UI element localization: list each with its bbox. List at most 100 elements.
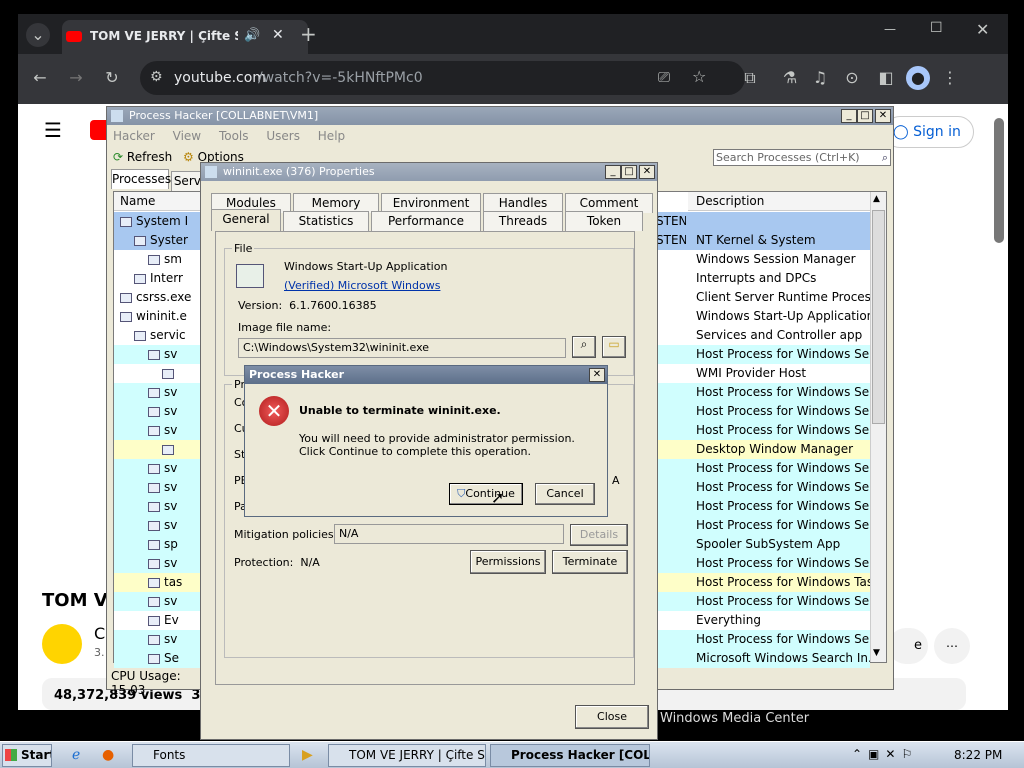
- menu-view[interactable]: View: [173, 129, 201, 143]
- table-row[interactable]: tas: [114, 573, 206, 592]
- taskbar-chrome[interactable]: TOM VE JERRY | Çifte So...: [328, 744, 486, 767]
- media-player-icon[interactable]: ▶: [302, 747, 313, 763]
- tab-comment[interactable]: Comment: [565, 193, 653, 213]
- description-cell[interactable]: Services and Controller app: [656, 326, 870, 345]
- labs-icon[interactable]: ⚗: [778, 66, 802, 90]
- install-icon[interactable]: ⎚: [658, 68, 670, 86]
- side-panel-icon[interactable]: ◧: [874, 66, 898, 90]
- tab-memory[interactable]: Memory: [293, 193, 379, 213]
- table-row[interactable]: servic: [114, 326, 206, 345]
- forward-icon[interactable]: →: [64, 66, 88, 90]
- maximize-icon[interactable]: □: [857, 109, 873, 123]
- open-folder-button[interactable]: ▭: [602, 336, 626, 358]
- back-icon[interactable]: ←: [28, 66, 52, 90]
- channel-avatar[interactable]: [42, 624, 82, 664]
- scroll-thumb[interactable]: [872, 210, 885, 424]
- tab-threads[interactable]: Threads: [483, 211, 563, 231]
- cancel-button[interactable]: Cancel: [535, 483, 595, 505]
- dialog-close-icon[interactable]: ✕: [589, 368, 605, 382]
- tab-token[interactable]: Token: [565, 211, 643, 231]
- minimize-window-icon[interactable]: —: [884, 22, 896, 36]
- new-tab-button[interactable]: +: [300, 22, 317, 46]
- tab-search-icon[interactable]: ⌄: [26, 23, 50, 47]
- description-cell[interactable]: NT Kernel & System: [656, 231, 870, 250]
- table-row[interactable]: sv: [114, 497, 206, 516]
- description-cell[interactable]: Host Process for Windows Ser...: [656, 630, 870, 649]
- browser-tab[interactable]: TOM VE JERRY | Çifte Soru 🔊 ✕: [62, 20, 308, 54]
- share-button[interactable]: e: [888, 628, 928, 664]
- table-row[interactable]: sv: [114, 554, 206, 573]
- firefox-icon[interactable]: ●: [102, 747, 114, 763]
- description-cell[interactable]: Desktop Window Manager: [656, 440, 870, 459]
- taskbar-process-hacker[interactable]: Process Hacker [COLL...: [490, 744, 650, 767]
- tab-performance[interactable]: Performance: [371, 211, 481, 231]
- description-cell[interactable]: WMI Provider Host: [656, 364, 870, 383]
- bookmark-star-icon[interactable]: ☆: [692, 67, 706, 86]
- start-button[interactable]: Start: [2, 744, 52, 767]
- image-path-field[interactable]: C:\Windows\System32\wininit.exe: [238, 338, 566, 358]
- list-scrollbar[interactable]: ▲ ▼: [870, 192, 886, 662]
- scroll-up-icon[interactable]: ▲: [873, 194, 880, 204]
- description-cell[interactable]: Interrupts and DPCs: [656, 269, 870, 288]
- minimize-icon[interactable]: _: [841, 109, 857, 123]
- scrollbar-thumb[interactable]: [994, 118, 1004, 243]
- taskbar-fonts[interactable]: Fonts: [132, 744, 290, 767]
- description-cell[interactable]: Host Process for Windows Ser...: [656, 592, 870, 611]
- menu-hacker[interactable]: Hacker: [113, 129, 155, 143]
- description-cell[interactable]: Host Process for Windows Ser...: [656, 345, 870, 364]
- table-row[interactable]: Ev: [114, 611, 206, 630]
- search-icon[interactable]: ⌕: [882, 150, 888, 165]
- close-icon[interactable]: ✕: [875, 109, 891, 123]
- table-row[interactable]: sp: [114, 535, 206, 554]
- inspect-button[interactable]: ⌕: [572, 336, 596, 358]
- search-processes-field[interactable]: Search Processes (Ctrl+K) ⌕: [713, 149, 891, 166]
- description-cell[interactable]: [656, 212, 870, 231]
- details-button[interactable]: Details: [570, 524, 628, 546]
- table-row[interactable]: sv: [114, 516, 206, 535]
- description-cell[interactable]: Host Process for Windows Ser...: [656, 478, 870, 497]
- description-cell[interactable]: Host Process for Windows Ser...: [656, 383, 870, 402]
- table-row[interactable]: Interr: [114, 269, 206, 288]
- tab-environment[interactable]: Environment: [381, 193, 481, 213]
- description-cell[interactable]: Spooler SubSystem App: [656, 535, 870, 554]
- table-row[interactable]: sv: [114, 459, 206, 478]
- terminate-button[interactable]: Terminate: [552, 550, 628, 574]
- audio-icon[interactable]: 🔊: [244, 28, 260, 43]
- ie-icon[interactable]: ℯ: [72, 747, 80, 763]
- table-row[interactable]: csrss.exe: [114, 288, 206, 307]
- table-row[interactable]: sv: [114, 402, 206, 421]
- table-row[interactable]: sm: [114, 250, 206, 269]
- description-cell[interactable]: Host Process for Windows Ser...: [656, 554, 870, 573]
- menu-help[interactable]: Help: [318, 129, 345, 143]
- verified-signer-link[interactable]: (Verified) Microsoft Windows: [284, 279, 440, 292]
- close-tab-icon[interactable]: ✕: [272, 27, 284, 43]
- profile-icon[interactable]: ●: [906, 66, 930, 90]
- description-cell[interactable]: Windows Session Manager: [656, 250, 870, 269]
- table-row[interactable]: sv: [114, 345, 206, 364]
- description-cell[interactable]: Host Process for Windows Ser...: [656, 497, 870, 516]
- table-row[interactable]: sv: [114, 478, 206, 497]
- description-cell[interactable]: Client Server Runtime Process: [656, 288, 870, 307]
- site-info-icon[interactable]: ⚙: [150, 69, 163, 85]
- hamburger-menu-icon[interactable]: ☰: [44, 118, 62, 142]
- table-row[interactable]: Se: [114, 649, 206, 668]
- table-row[interactable]: sv: [114, 421, 206, 440]
- permissions-button[interactable]: Permissions: [470, 550, 546, 574]
- refresh-button[interactable]: ⟳ Refresh: [113, 150, 172, 164]
- table-row[interactable]: sv: [114, 592, 206, 611]
- properties-maximize-icon[interactable]: □: [621, 165, 637, 179]
- menu-tools[interactable]: Tools: [219, 129, 249, 143]
- properties-close-icon[interactable]: ✕: [639, 165, 655, 179]
- description-cell[interactable]: Host Process for Windows Ser...: [656, 402, 870, 421]
- description-cell[interactable]: Microsoft Windows Search In...: [656, 649, 870, 668]
- tray-icons[interactable]: ⌃▣✕⚐: [852, 747, 918, 761]
- table-row[interactable]: sv: [114, 630, 206, 649]
- column-header-description[interactable]: Description: [688, 192, 870, 211]
- table-row[interactable]: wininit.e: [114, 307, 206, 326]
- more-actions-icon[interactable]: ⋯: [934, 628, 970, 664]
- download-icon[interactable]: ⊙: [840, 66, 864, 90]
- tab-processes[interactable]: Processes: [111, 169, 171, 189]
- description-cell[interactable]: Host Process for Windows Ser...: [656, 516, 870, 535]
- description-cell[interactable]: Host Process for Windows Ser...: [656, 459, 870, 478]
- description-cell[interactable]: Host Process for Windows Tas...: [656, 573, 870, 592]
